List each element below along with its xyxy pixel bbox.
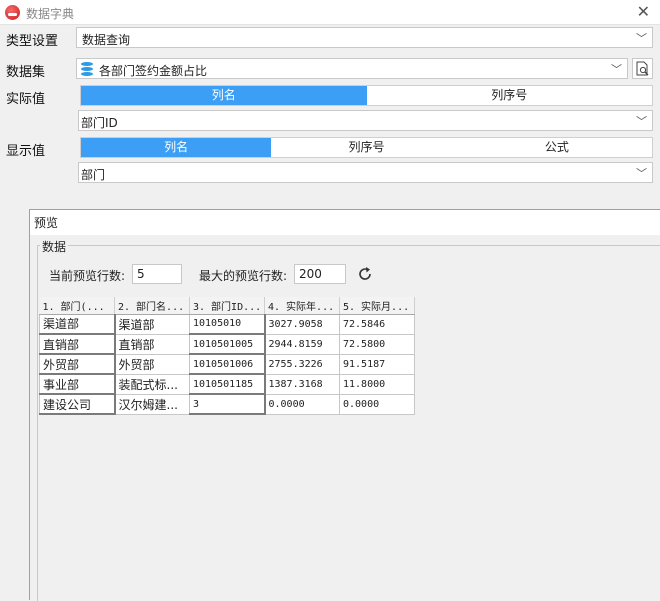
table-cell[interactable]: 事业部 <box>39 373 116 395</box>
column-header[interactable]: 5. 实际月... <box>339 297 415 315</box>
app-logo-icon <box>5 5 20 20</box>
preview-table: 1. 部门(... 2. 部门名... 3. 部门ID... 4. 实际年...… <box>39 297 415 415</box>
table-cell[interactable]: 11.8000 <box>339 373 415 395</box>
window-title: 数据字典 <box>26 7 75 21</box>
dataset-preview-button[interactable] <box>632 58 653 79</box>
preview-title-bar <box>30 210 660 235</box>
column-header[interactable]: 3. 部门ID... <box>189 297 265 315</box>
table-header-row: 1. 部门(... 2. 部门名... 3. 部门ID... 4. 实际年...… <box>39 297 415 315</box>
dataset-value: 各部门签约金额占比 <box>99 64 208 78</box>
table-cell[interactable]: 1010501006 <box>189 353 266 375</box>
display-value-mode-tabs: 列名 列序号 公式 <box>80 137 653 158</box>
table-cell[interactable]: 91.5187 <box>339 353 415 375</box>
table-cell[interactable]: 建设公司 <box>39 393 116 415</box>
table-cell[interactable]: 2755.3226 <box>264 353 340 375</box>
actual-tab-column-index[interactable]: 列序号 <box>367 86 653 105</box>
type-setting-select[interactable]: 数据查询 ﹀ <box>76 27 653 48</box>
actual-value-mode-tabs: 列名 列序号 <box>80 85 653 106</box>
table-cell[interactable]: 10105010 <box>189 313 266 335</box>
table-cell[interactable]: 渠道部 <box>114 313 190 335</box>
table-row: 外贸部 外贸部 1010501006 2755.3226 91.5187 <box>39 353 415 375</box>
display-tab-column-name[interactable]: 列名 <box>81 138 272 157</box>
max-rows-label: 最大的预览行数: <box>199 269 288 283</box>
current-rows-label: 当前预览行数: <box>49 269 126 283</box>
table-cell[interactable]: 装配式标... <box>114 373 190 395</box>
table-row: 渠道部 渠道部 10105010 3027.9058 72.5846 <box>39 313 415 335</box>
actual-value-field-select[interactable]: 部门ID ﹀ <box>78 110 653 131</box>
title-bar: 数据字典 ✕ <box>0 0 660 25</box>
type-setting-label: 类型设置 <box>6 34 59 49</box>
chevron-down-icon: ﹀ <box>611 63 622 76</box>
document-search-icon <box>636 61 649 76</box>
refresh-icon[interactable] <box>357 266 373 282</box>
display-value-label: 显示值 <box>6 144 46 159</box>
chevron-down-icon: ﹀ <box>636 115 647 128</box>
table-cell[interactable]: 直销部 <box>39 333 116 355</box>
table-cell[interactable]: 直销部 <box>114 333 190 355</box>
table-cell[interactable]: 渠道部 <box>39 313 116 335</box>
data-group-label: 数据 <box>40 238 69 255</box>
table-cell[interactable]: 外贸部 <box>114 353 190 375</box>
display-field-value: 部门 <box>81 168 106 182</box>
table-cell[interactable]: 0.0000 <box>264 393 340 415</box>
table-cell[interactable]: 1010501185 <box>189 373 266 395</box>
display-tab-formula[interactable]: 公式 <box>462 138 652 157</box>
dataset-select[interactable]: 各部门签约金额占比 ﹀ <box>76 58 628 79</box>
table-row: 事业部 装配式标... 1010501185 1387.3168 11.8000 <box>39 373 415 395</box>
table-cell[interactable]: 2944.8159 <box>264 333 340 355</box>
preview-title: 预览 <box>34 216 59 230</box>
display-tab-column-index[interactable]: 列序号 <box>271 138 461 157</box>
current-rows-input[interactable]: 5 <box>132 264 182 284</box>
database-icon <box>81 62 93 76</box>
table-cell[interactable]: 72.5800 <box>339 333 415 355</box>
table-cell[interactable]: 1010501005 <box>189 333 266 355</box>
actual-tab-column-name[interactable]: 列名 <box>81 86 367 105</box>
chevron-down-icon: ﹀ <box>636 32 647 45</box>
max-rows-input[interactable]: 200 <box>294 264 346 284</box>
table-cell[interactable]: 1387.3168 <box>264 373 340 395</box>
table-cell[interactable]: 0.0000 <box>339 393 415 415</box>
table-cell[interactable]: 外贸部 <box>39 353 116 375</box>
table-row: 直销部 直销部 1010501005 2944.8159 72.5800 <box>39 333 415 355</box>
close-icon[interactable]: ✕ <box>637 2 650 21</box>
preview-dialog: 预览 数据 当前预览行数: 5 最大的预览行数: 200 1. 部门(... 2… <box>29 209 660 601</box>
table-row: 建设公司 汉尔姆建... 3 0.0000 0.0000 <box>39 393 415 415</box>
column-header[interactable]: 1. 部门(... <box>39 297 115 315</box>
type-setting-value: 数据查询 <box>82 33 131 47</box>
table-cell[interactable]: 3 <box>189 393 266 415</box>
actual-field-value: 部门ID <box>81 116 118 130</box>
dataset-label: 数据集 <box>6 65 46 80</box>
column-header[interactable]: 4. 实际年... <box>264 297 340 315</box>
actual-value-label: 实际值 <box>6 92 46 107</box>
table-cell[interactable]: 3027.9058 <box>264 313 340 335</box>
chevron-down-icon: ﹀ <box>636 167 647 180</box>
table-cell[interactable]: 72.5846 <box>339 313 415 335</box>
display-value-field-select[interactable]: 部门 ﹀ <box>78 162 653 183</box>
table-cell[interactable]: 汉尔姆建... <box>114 393 190 415</box>
column-header[interactable]: 2. 部门名... <box>114 297 190 315</box>
